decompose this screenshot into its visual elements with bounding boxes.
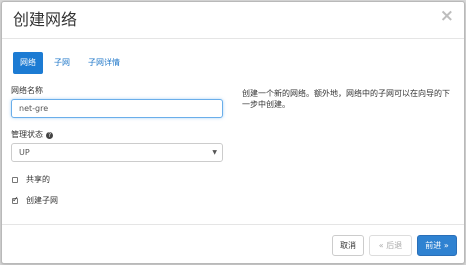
create-subnet-option[interactable]: 创建子网 <box>12 195 58 206</box>
create-subnet-label: 创建子网 <box>26 196 58 205</box>
back-button[interactable]: « 后退 <box>369 235 412 256</box>
tab-subnet-details[interactable]: 子网详情 <box>81 52 127 74</box>
admin-state-label-row: 管理状态? <box>11 129 53 140</box>
admin-state-label: 管理状态 <box>11 130 43 139</box>
shared-label: 共享的 <box>26 175 50 184</box>
cancel-button[interactable]: 取消 <box>332 235 364 256</box>
shared-checkbox[interactable] <box>12 176 18 183</box>
chevron-down-icon: ▼ <box>212 149 217 156</box>
next-button[interactable]: 前进 » <box>417 235 457 256</box>
tab-subnet[interactable]: 子网 <box>47 52 77 74</box>
dialog-title: 创建网络 <box>13 10 78 29</box>
dialog-footer: 取消 « 后退 前进 » <box>2 224 464 263</box>
close-icon[interactable]: × <box>440 8 454 25</box>
create-subnet-checkbox[interactable] <box>12 195 19 204</box>
help-description: 创建一个新的网络。额外地，网络中的子网可以在向导的下一步中创建。 <box>242 89 450 109</box>
tab-network[interactable]: 网络 <box>13 52 43 74</box>
network-name-label: 网络名称 <box>11 86 43 95</box>
dialog-header: 创建网络 × <box>2 2 464 39</box>
network-name-input[interactable]: net-gre <box>11 99 223 118</box>
create-network-dialog: 创建网络 × 网络 子网 子网详情 网络名称 net-gre 管理状态? UP … <box>1 1 465 264</box>
wizard-tabs: 网络 子网 子网详情 <box>13 52 131 74</box>
admin-state-select[interactable]: UP ▼ <box>11 143 223 162</box>
help-icon[interactable]: ? <box>46 132 53 139</box>
admin-state-value: UP <box>19 148 30 157</box>
shared-option[interactable]: 共享的 <box>12 174 50 185</box>
